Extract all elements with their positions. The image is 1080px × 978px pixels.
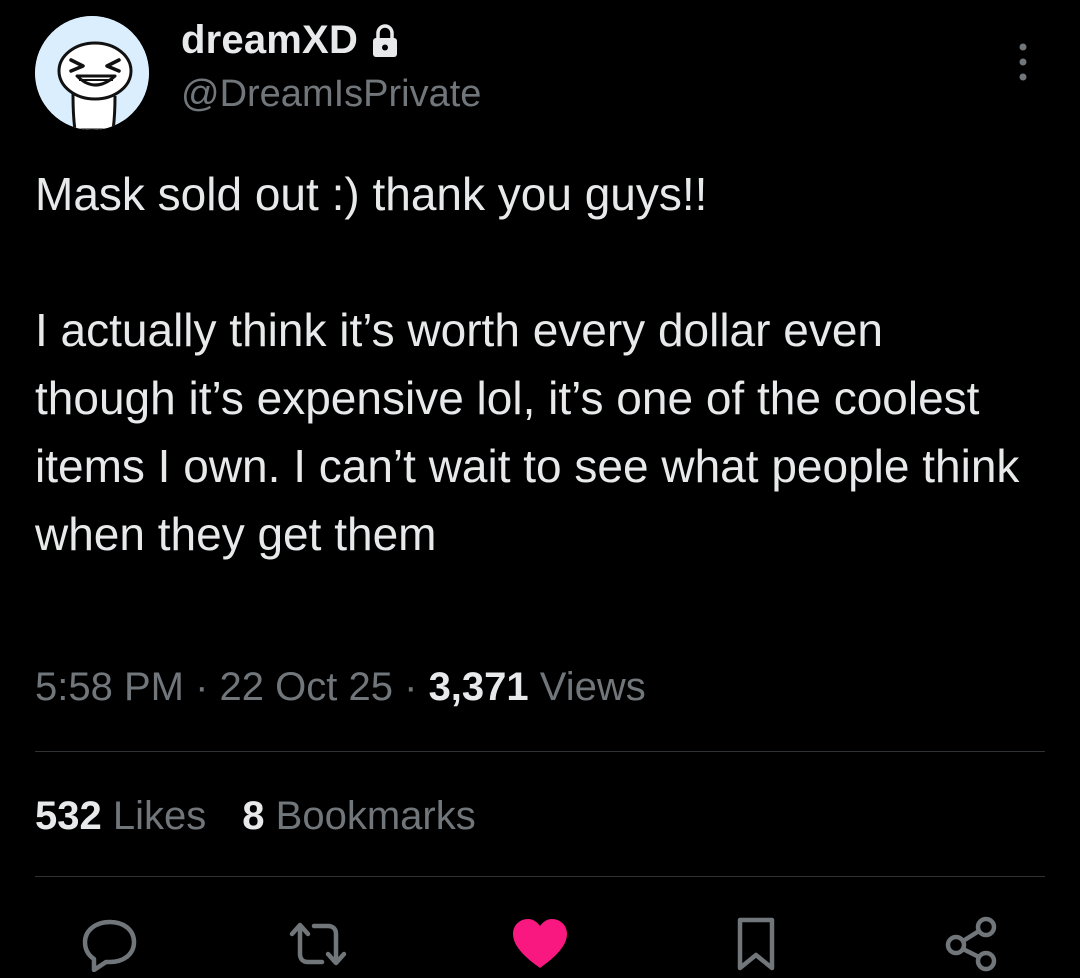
tweet-stats: 532 Likes 8 Bookmarks <box>35 794 476 839</box>
likes-label: Likes <box>112 794 207 838</box>
bookmarks-count: 8 <box>242 794 265 838</box>
retweet-button[interactable] <box>286 914 350 974</box>
meta-separator: · <box>195 665 209 709</box>
divider <box>35 751 1045 752</box>
likes-count: 532 <box>35 794 102 838</box>
tweet-meta: 5:58 PM · 22 Oct 25 · 3,371 Views <box>35 665 646 710</box>
action-bar <box>0 910 1080 978</box>
smiling-mask-avatar-icon <box>35 16 149 130</box>
bookmark-icon <box>737 917 775 971</box>
meta-separator: · <box>404 665 418 709</box>
author-name-row: dreamXD <box>181 18 400 63</box>
author-display-name[interactable]: dreamXD <box>181 18 358 63</box>
lock-icon <box>373 23 398 57</box>
tweet-text: Mask sold out :) thank you guys!! I actu… <box>35 168 1020 560</box>
tweet-time[interactable]: 5:58 PM <box>35 665 184 709</box>
views-label: Views <box>539 665 646 709</box>
tweet-detail: dreamXD @DreamIsPrivate Mask sold out :)… <box>0 0 1080 978</box>
divider <box>35 876 1045 877</box>
bookmarks-stat[interactable]: 8 Bookmarks <box>242 794 475 839</box>
reply-icon <box>82 919 137 972</box>
bookmarks-label: Bookmarks <box>275 794 476 838</box>
author-handle[interactable]: @DreamIsPrivate <box>181 73 481 116</box>
retweet-icon <box>289 922 347 966</box>
share-icon <box>945 916 997 972</box>
share-button[interactable] <box>940 914 1004 974</box>
reply-button[interactable] <box>78 914 142 974</box>
bookmark-button[interactable] <box>724 914 788 974</box>
avatar[interactable] <box>35 16 149 130</box>
like-button[interactable] <box>508 914 572 974</box>
heart-icon <box>513 919 567 968</box>
likes-stat[interactable]: 532 Likes <box>35 794 206 839</box>
views-count: 3,371 <box>428 665 529 709</box>
tweet-date[interactable]: 22 Oct 25 <box>220 665 393 709</box>
more-options-icon[interactable] <box>1010 40 1036 84</box>
